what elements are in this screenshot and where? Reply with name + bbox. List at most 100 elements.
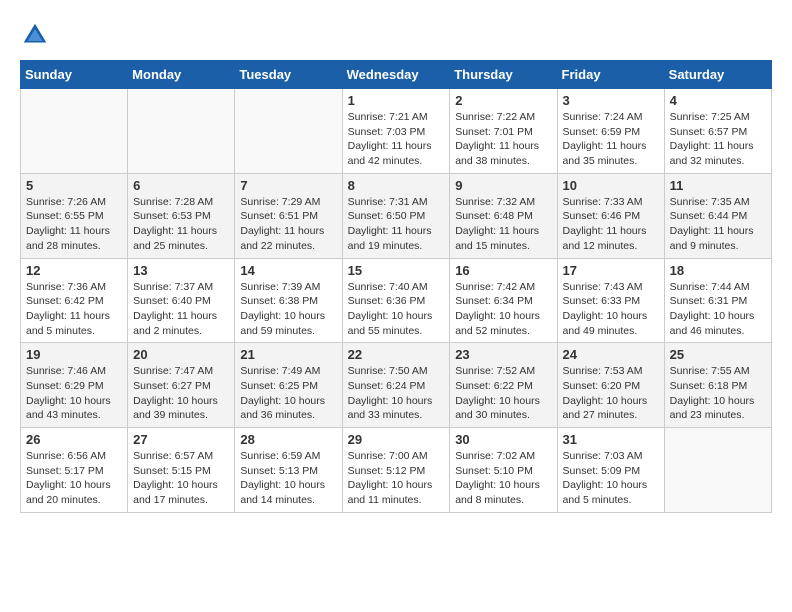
day-info: Sunrise: 7:46 AM Sunset: 6:29 PM Dayligh… (26, 364, 122, 423)
day-info: Sunrise: 7:55 AM Sunset: 6:18 PM Dayligh… (670, 364, 766, 423)
day-of-week-header: Sunday (21, 61, 128, 89)
day-number: 3 (563, 93, 659, 108)
calendar-week-row: 5Sunrise: 7:26 AM Sunset: 6:55 PM Daylig… (21, 173, 772, 258)
day-info: Sunrise: 7:32 AM Sunset: 6:48 PM Dayligh… (455, 195, 551, 254)
day-info: Sunrise: 7:42 AM Sunset: 6:34 PM Dayligh… (455, 280, 551, 339)
day-info: Sunrise: 7:03 AM Sunset: 5:09 PM Dayligh… (563, 449, 659, 508)
day-number: 14 (240, 263, 336, 278)
calendar-day-cell (664, 428, 771, 513)
calendar-table: SundayMondayTuesdayWednesdayThursdayFrid… (20, 60, 772, 513)
day-number: 12 (26, 263, 122, 278)
day-number: 19 (26, 347, 122, 362)
day-number: 27 (133, 432, 229, 447)
calendar-week-row: 19 Sunrise: 7:46 AM Sunset: 6:29 PM Dayli… (21, 343, 772, 428)
day-info: Sunrise: 7:52 AM Sunset: 6:22 PM Dayligh… (455, 364, 551, 423)
day-info: Sunrise: 6:56 AM Sunset: 5:17 PM Dayligh… (26, 449, 122, 508)
calendar-day-cell: 21 Sunrise: 7:49 AM Sunset: 6:25 PM Dayli… (235, 343, 342, 428)
day-of-week-header: Friday (557, 61, 664, 89)
calendar-day-cell: 14 Sunrise: 7:39 AM Sunset: 6:38 PM Dayli… (235, 258, 342, 343)
day-info: Sunrise: 7:37 AM Sunset: 6:40 PM Dayligh… (133, 280, 229, 339)
day-number: 29 (348, 432, 445, 447)
day-info: Sunrise: 7:43 AM Sunset: 6:33 PM Dayligh… (563, 280, 659, 339)
calendar-day-cell: 25 Sunrise: 7:55 AM Sunset: 6:18 PM Dayli… (664, 343, 771, 428)
day-info: Sunrise: 7:39 AM Sunset: 6:38 PM Dayligh… (240, 280, 336, 339)
day-info: Sunrise: 7:36 AM Sunset: 6:42 PM Dayligh… (26, 280, 122, 339)
page-header (20, 20, 772, 50)
calendar-day-cell: 1 Sunrise: 7:21 AM Sunset: 7:03 PM Daylig… (342, 89, 450, 174)
calendar-day-cell: 31 Sunrise: 7:03 AM Sunset: 5:09 PM Dayli… (557, 428, 664, 513)
day-info: Sunrise: 7:44 AM Sunset: 6:31 PM Dayligh… (670, 280, 766, 339)
calendar-week-row: 12 Sunrise: 7:36 AM Sunset: 6:42 PM Dayli… (21, 258, 772, 343)
day-info: Sunrise: 7:33 AM Sunset: 6:46 PM Dayligh… (563, 195, 659, 254)
day-number: 20 (133, 347, 229, 362)
day-number: 17 (563, 263, 659, 278)
day-number: 31 (563, 432, 659, 447)
day-of-week-header: Thursday (450, 61, 557, 89)
day-number: 28 (240, 432, 336, 447)
day-number: 13 (133, 263, 229, 278)
day-of-week-header: Monday (128, 61, 235, 89)
calendar-day-cell: 8Sunrise: 7:31 AM Sunset: 6:50 PM Daylig… (342, 173, 450, 258)
calendar-day-cell: 17 Sunrise: 7:43 AM Sunset: 6:33 PM Dayli… (557, 258, 664, 343)
day-number: 16 (455, 263, 551, 278)
day-info: Sunrise: 7:02 AM Sunset: 5:10 PM Dayligh… (455, 449, 551, 508)
calendar-week-row: 1 Sunrise: 7:21 AM Sunset: 7:03 PM Daylig… (21, 89, 772, 174)
calendar-week-row: 26 Sunrise: 6:56 AM Sunset: 5:17 PM Dayli… (21, 428, 772, 513)
calendar-day-cell (21, 89, 128, 174)
day-info: Sunrise: 7:22 AM Sunset: 7:01 PM Dayligh… (455, 110, 551, 169)
logo-icon (20, 20, 50, 50)
day-number: 9 (455, 178, 551, 193)
day-info: Sunrise: 7:21 AM Sunset: 7:03 PM Dayligh… (348, 110, 445, 169)
calendar-day-cell (235, 89, 342, 174)
calendar-day-cell: 19 Sunrise: 7:46 AM Sunset: 6:29 PM Dayli… (21, 343, 128, 428)
calendar-day-cell: 7 Sunrise: 7:29 AM Sunset: 6:51 PM Daylig… (235, 173, 342, 258)
day-number: 25 (670, 347, 766, 362)
calendar-day-cell: 2 Sunrise: 7:22 AM Sunset: 7:01 PM Daylig… (450, 89, 557, 174)
day-number: 21 (240, 347, 336, 362)
day-number: 26 (26, 432, 122, 447)
day-info: Sunrise: 7:25 AM Sunset: 6:57 PM Dayligh… (670, 110, 766, 169)
day-of-week-header: Wednesday (342, 61, 450, 89)
day-number: 2 (455, 93, 551, 108)
day-info: Sunrise: 7:47 AM Sunset: 6:27 PM Dayligh… (133, 364, 229, 423)
day-number: 10 (563, 178, 659, 193)
calendar-day-cell: 20 Sunrise: 7:47 AM Sunset: 6:27 PM Dayli… (128, 343, 235, 428)
day-number: 24 (563, 347, 659, 362)
calendar-day-cell: 5Sunrise: 7:26 AM Sunset: 6:55 PM Daylig… (21, 173, 128, 258)
day-number: 15 (348, 263, 445, 278)
calendar-day-cell: 18 Sunrise: 7:44 AM Sunset: 6:31 PM Dayli… (664, 258, 771, 343)
calendar-day-cell: 9 Sunrise: 7:32 AM Sunset: 6:48 PM Daylig… (450, 173, 557, 258)
calendar-day-cell: 16 Sunrise: 7:42 AM Sunset: 6:34 PM Dayli… (450, 258, 557, 343)
day-number: 23 (455, 347, 551, 362)
calendar-day-cell: 12 Sunrise: 7:36 AM Sunset: 6:42 PM Dayli… (21, 258, 128, 343)
calendar-day-cell: 3Sunrise: 7:24 AM Sunset: 6:59 PM Daylig… (557, 89, 664, 174)
calendar-day-cell (128, 89, 235, 174)
day-number: 22 (348, 347, 445, 362)
day-info: Sunrise: 7:29 AM Sunset: 6:51 PM Dayligh… (240, 195, 336, 254)
day-of-week-header: Saturday (664, 61, 771, 89)
day-info: Sunrise: 7:53 AM Sunset: 6:20 PM Dayligh… (563, 364, 659, 423)
day-number: 1 (348, 93, 445, 108)
day-info: Sunrise: 6:57 AM Sunset: 5:15 PM Dayligh… (133, 449, 229, 508)
calendar-day-cell: 11Sunrise: 7:35 AM Sunset: 6:44 PM Dayli… (664, 173, 771, 258)
calendar-day-cell: 22 Sunrise: 7:50 AM Sunset: 6:24 PM Dayli… (342, 343, 450, 428)
day-number: 18 (670, 263, 766, 278)
day-info: Sunrise: 7:35 AM Sunset: 6:44 PM Dayligh… (670, 195, 766, 254)
calendar-day-cell: 30 Sunrise: 7:02 AM Sunset: 5:10 PM Dayli… (450, 428, 557, 513)
calendar-day-cell: 28 Sunrise: 6:59 AM Sunset: 5:13 PM Dayli… (235, 428, 342, 513)
day-number: 6 (133, 178, 229, 193)
calendar-day-cell: 13 Sunrise: 7:37 AM Sunset: 6:40 PM Dayli… (128, 258, 235, 343)
day-number: 5 (26, 178, 122, 193)
day-info: Sunrise: 7:40 AM Sunset: 6:36 PM Dayligh… (348, 280, 445, 339)
day-info: Sunrise: 6:59 AM Sunset: 5:13 PM Dayligh… (240, 449, 336, 508)
day-number: 30 (455, 432, 551, 447)
calendar-day-cell: 10 Sunrise: 7:33 AM Sunset: 6:46 PM Dayli… (557, 173, 664, 258)
calendar-day-cell: 27 Sunrise: 6:57 AM Sunset: 5:15 PM Dayli… (128, 428, 235, 513)
day-info: Sunrise: 7:49 AM Sunset: 6:25 PM Dayligh… (240, 364, 336, 423)
calendar-header-row: SundayMondayTuesdayWednesdayThursdayFrid… (21, 61, 772, 89)
calendar-day-cell: 29 Sunrise: 7:00 AM Sunset: 5:12 PM Dayli… (342, 428, 450, 513)
day-number: 7 (240, 178, 336, 193)
day-of-week-header: Tuesday (235, 61, 342, 89)
day-info: Sunrise: 7:00 AM Sunset: 5:12 PM Dayligh… (348, 449, 445, 508)
day-info: Sunrise: 7:50 AM Sunset: 6:24 PM Dayligh… (348, 364, 445, 423)
